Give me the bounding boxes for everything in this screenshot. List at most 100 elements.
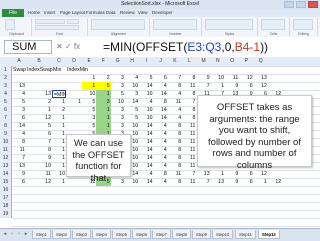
column-header-k[interactable]: K xyxy=(168,57,182,66)
data-cell[interactable]: 10 xyxy=(139,114,153,122)
sheet-tab-step6[interactable]: Step6 xyxy=(132,230,151,239)
tab-home[interactable]: Home xyxy=(28,9,40,17)
row-header-11[interactable]: 11 xyxy=(0,146,12,154)
data-cell[interactable]: 3 xyxy=(125,90,139,98)
data-cell[interactable]: 8 xyxy=(168,146,182,154)
last-sheet-icon[interactable]: ▸ xyxy=(23,231,29,238)
column-header-p[interactable]: P xyxy=(239,57,253,66)
data-cell[interactable]: 6 xyxy=(239,82,253,90)
column-header-a[interactable]: A xyxy=(12,57,26,66)
tab-view[interactable]: View xyxy=(138,9,148,17)
data-cell[interactable]: 5 xyxy=(125,114,139,122)
data-cell[interactable]: 4 xyxy=(154,122,168,130)
data-cell[interactable]: 14 xyxy=(139,122,153,130)
min-cell[interactable]: 1 xyxy=(52,122,66,130)
index-label-cell[interactable]: 13 xyxy=(254,74,268,82)
data-cell[interactable]: 1 xyxy=(254,178,268,186)
data-cell[interactable]: 9 xyxy=(225,82,239,90)
tab-data[interactable]: Data xyxy=(106,9,116,17)
data-cell[interactable]: 10 xyxy=(125,178,139,186)
data-cell[interactable]: 11 xyxy=(182,178,196,186)
data-cell[interactable]: 1 xyxy=(82,82,97,90)
tab-review[interactable]: Review xyxy=(120,9,135,17)
row-header-2[interactable]: 2 xyxy=(0,74,12,82)
column-header-i[interactable]: I xyxy=(139,57,153,66)
file-tab[interactable]: File xyxy=(2,9,24,17)
indexswap-cell[interactable]: 5 xyxy=(26,122,52,130)
column-header-o[interactable]: O xyxy=(225,57,239,66)
min-cell[interactable]: 1 xyxy=(52,98,66,106)
column-header-c[interactable]: C xyxy=(52,57,66,66)
data-cell[interactable]: 12 xyxy=(254,82,268,90)
indexswap-cell[interactable]: 7 xyxy=(26,138,52,146)
min-cell[interactable]: 1 xyxy=(52,162,66,170)
data-cell[interactable]: 14 xyxy=(154,90,168,98)
data-cell[interactable]: 3 xyxy=(111,178,125,186)
data-cell[interactable]: 5 xyxy=(125,106,139,114)
swap-cell[interactable]: 6 xyxy=(12,114,26,122)
row-header-4[interactable]: 4 xyxy=(0,90,12,98)
data-cell[interactable]: 6 xyxy=(239,170,253,178)
tab-developer[interactable]: Developer xyxy=(152,9,173,17)
next-sheet-icon[interactable]: › xyxy=(16,231,22,238)
data-cell[interactable]: 5 xyxy=(96,82,111,90)
data-cell[interactable]: 7 xyxy=(182,170,196,178)
data-cell[interactable]: 9 xyxy=(225,170,239,178)
row-header-1[interactable]: 1 xyxy=(0,66,12,74)
data-cell[interactable]: 6 xyxy=(239,178,253,186)
swap-cell[interactable]: 4 xyxy=(12,130,26,138)
min-cell[interactable]: 1 xyxy=(52,130,66,138)
indexswap-cell[interactable]: 12 xyxy=(26,114,52,122)
index-label-cell[interactable]: 8 xyxy=(182,74,196,82)
font-size-select[interactable] xyxy=(67,19,79,24)
data-cell[interactable]: 14 xyxy=(139,130,153,138)
header-min[interactable]: Min xyxy=(52,66,66,74)
data-cell[interactable]: 4 xyxy=(139,170,153,178)
row-header-15[interactable]: 15 xyxy=(0,178,12,186)
data-cell[interactable]: 3 xyxy=(111,114,125,122)
data-cell[interactable]: 10 xyxy=(125,122,139,130)
data-cell[interactable]: 4 xyxy=(154,154,168,162)
alignment-buttons[interactable] xyxy=(91,19,145,30)
minimize-button[interactable] xyxy=(284,1,294,8)
row-header-13[interactable]: 13 xyxy=(0,162,12,170)
index-label-cell[interactable]: 10 xyxy=(211,74,225,82)
sheet-tab-step4[interactable]: Step4 xyxy=(92,230,111,239)
data-cell[interactable]: 14 xyxy=(139,146,153,154)
number-format-buttons[interactable] xyxy=(153,19,197,30)
data-cell[interactable]: 8 xyxy=(168,154,182,162)
data-cell[interactable]: 1 xyxy=(211,170,225,178)
data-cell[interactable]: 11 xyxy=(168,98,182,106)
tab-page-layout[interactable]: Page Layout xyxy=(60,9,85,17)
data-cell[interactable]: 13 xyxy=(196,170,210,178)
tab-formulas[interactable]: Formulas xyxy=(86,9,105,17)
indexswap-cell[interactable]: 6 xyxy=(26,130,52,138)
formula-fx-icons[interactable]: ✕ ✓ fx xyxy=(56,40,96,54)
data-cell[interactable]: 12 xyxy=(254,170,268,178)
sheet-tab-step11[interactable]: Step11 xyxy=(235,230,256,239)
data-cell[interactable]: 14 xyxy=(154,114,168,122)
data-cell[interactable]: 4 xyxy=(154,138,168,146)
column-header-b[interactable]: B xyxy=(26,57,52,66)
swap-cell[interactable]: 7 xyxy=(12,154,26,162)
data-cell[interactable]: 1 xyxy=(96,114,111,122)
data-cell[interactable]: 8 xyxy=(168,138,182,146)
data-cell[interactable]: 8 xyxy=(182,114,196,122)
min-cell[interactable]: 1 xyxy=(52,138,66,146)
row-header-5[interactable]: 5 xyxy=(0,98,12,106)
data-cell[interactable]: 11 xyxy=(182,82,196,90)
name-box[interactable]: SUM xyxy=(4,40,52,54)
header-swap[interactable]: Swap xyxy=(12,66,26,74)
data-cell[interactable]: 5 xyxy=(82,98,96,106)
sheet-tab-step7[interactable]: Step7 xyxy=(152,230,171,239)
data-cell[interactable]: 8 xyxy=(182,106,196,114)
indexswap-cell[interactable]: 11 xyxy=(26,170,52,178)
swap-cell[interactable]: 11 xyxy=(12,146,26,154)
styles-buttons[interactable] xyxy=(205,19,253,30)
column-header-f[interactable]: F xyxy=(96,57,110,66)
data-cell[interactable]: 9 xyxy=(225,178,239,186)
column-header-n[interactable]: N xyxy=(211,57,225,66)
row-header-18[interactable]: 18 xyxy=(0,202,12,210)
data-cell[interactable]: 5 xyxy=(111,90,125,98)
data-cell[interactable]: 14 xyxy=(139,138,153,146)
